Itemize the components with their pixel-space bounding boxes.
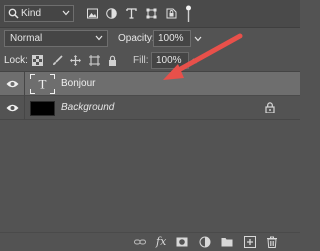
- kind-filter-label: Kind: [21, 8, 42, 19]
- add-mask-icon[interactable]: [176, 236, 188, 248]
- opacity-field[interactable]: 100%: [153, 30, 191, 47]
- layer-row-bonjour[interactable]: T Bonjour: [0, 72, 300, 96]
- type-layer-thumbnail-icon: T: [30, 74, 55, 94]
- lock-label: Lock:: [4, 55, 28, 66]
- adjustment-filter-icon[interactable]: [106, 8, 117, 19]
- opacity-label: Opacity:: [118, 33, 155, 44]
- layer-filter-bar: Kind: [0, 0, 300, 28]
- chevron-down-icon: [95, 35, 103, 41]
- chevron-down-icon[interactable]: [194, 36, 202, 42]
- blend-mode-value: Normal: [10, 33, 43, 44]
- fill-field[interactable]: 100%: [151, 52, 189, 69]
- type-filter-icon[interactable]: [126, 8, 137, 19]
- fill-label: Fill:: [133, 55, 149, 66]
- lock-position-icon[interactable]: [70, 55, 81, 66]
- visibility-eye-icon[interactable]: [6, 104, 19, 112]
- type-thumbnail-letter: T: [39, 77, 47, 92]
- layer-locked-icon[interactable]: [265, 102, 275, 113]
- new-group-icon[interactable]: [221, 236, 233, 248]
- adjustment-layer-icon[interactable]: [199, 236, 211, 248]
- background-layer-thumbnail: [30, 101, 55, 116]
- delete-layer-icon[interactable]: [266, 236, 278, 248]
- fill-value: 100%: [156, 55, 182, 66]
- lock-all-icon[interactable]: [107, 55, 118, 66]
- blend-options-bar: Normal Opacity: 100%: [0, 28, 300, 50]
- smart-object-filter-icon[interactable]: [166, 8, 177, 19]
- layers-panel: Kind Normal Opacity: 100% Lock: Fill: 10…: [0, 0, 300, 251]
- layer-style-icon[interactable]: fx: [156, 235, 166, 248]
- blend-mode-select[interactable]: Normal: [4, 30, 108, 47]
- visibility-eye-icon[interactable]: [6, 80, 19, 88]
- lock-image-pixels-icon[interactable]: [52, 55, 63, 66]
- link-layers-icon[interactable]: [134, 236, 146, 248]
- kind-filter-select[interactable]: Kind: [4, 5, 74, 22]
- visibility-separator: [24, 96, 25, 120]
- opacity-value: 100%: [158, 33, 184, 44]
- layers-bottom-bar: fx: [0, 232, 300, 251]
- visibility-separator: [24, 72, 25, 96]
- lock-transparent-pixels-icon[interactable]: [32, 55, 43, 66]
- new-layer-icon[interactable]: [244, 236, 256, 248]
- image-filter-icon[interactable]: [87, 8, 98, 19]
- chevron-down-icon: [62, 10, 70, 16]
- layer-name[interactable]: Background: [61, 102, 114, 113]
- shape-filter-icon[interactable]: [146, 8, 157, 19]
- chevron-down-icon[interactable]: [192, 58, 200, 64]
- filter-toggle-icon[interactable]: [186, 4, 191, 22]
- search-icon: [8, 8, 19, 19]
- lock-options-bar: Lock: Fill: 100%: [0, 51, 300, 72]
- layers-list: T Bonjour Background: [0, 72, 300, 232]
- layer-name[interactable]: Bonjour: [61, 78, 95, 89]
- layer-row-background[interactable]: Background: [0, 96, 300, 120]
- lock-artboard-icon[interactable]: [89, 55, 100, 66]
